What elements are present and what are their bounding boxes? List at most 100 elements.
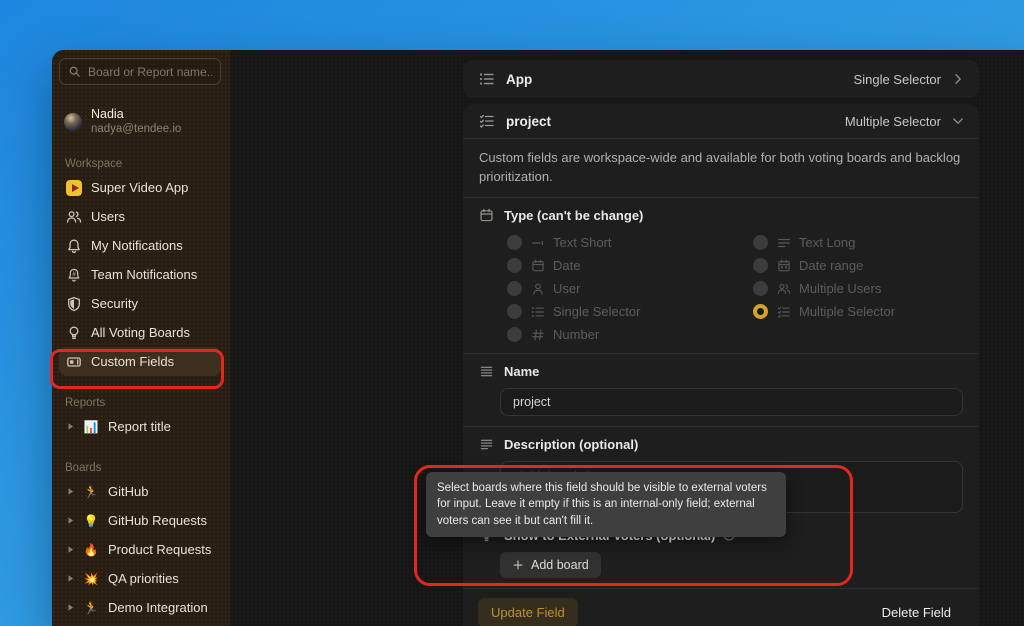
sidebar-item-demo-integration[interactable]: 🏃 Demo Integration <box>59 593 221 622</box>
radio-selected <box>753 304 768 319</box>
type-option-date-range: Date range <box>753 258 963 274</box>
type-option-single-selector: Single Selector <box>507 304 753 320</box>
type-section-label: Type (can't be change) <box>504 208 643 223</box>
type-section: Type (can't be change) Text Short Text L… <box>463 198 979 353</box>
sidebar-item-custom-fields[interactable]: Custom Fields <box>59 347 221 376</box>
sidebar-item-label: Users <box>91 209 125 224</box>
user-icon <box>531 282 545 296</box>
sidebar-item-security[interactable]: Security <box>59 289 221 318</box>
board-emoji-icon: 🏃 <box>83 601 99 615</box>
sidebar-item-label: GitHub <box>108 484 148 499</box>
sidebar-item-product-requests[interactable]: 🔥 Product Requests <box>59 535 221 564</box>
section-label-workspace: Workspace <box>65 158 221 170</box>
search-icon <box>68 65 81 78</box>
radio-unselected <box>753 258 768 273</box>
user-profile[interactable]: Nadia nadya@tendee.io <box>64 106 221 137</box>
field-title: App <box>506 72 854 87</box>
shield-icon <box>66 296 82 312</box>
sidebar-item-report-title[interactable]: 📊 Report title <box>59 412 221 441</box>
custom-field-icon <box>66 354 82 370</box>
board-emoji-icon: 💥 <box>83 572 99 586</box>
field-type-selector[interactable]: Multiple Selector <box>845 114 965 129</box>
board-emoji-icon: 🏃 <box>83 485 99 499</box>
type-option-label: Multiple Users <box>799 281 881 296</box>
sidebar-item-github[interactable]: 🏃 GitHub <box>59 477 221 506</box>
caret-right-icon[interactable] <box>66 545 75 554</box>
type-options-grid: Text Short Text Long Date <box>507 235 963 343</box>
users-icon <box>66 209 82 225</box>
radio-unselected <box>753 281 768 296</box>
sidebar-item-super-video-app[interactable]: Super Video App <box>59 173 221 202</box>
main-panel: App Single Selector project Multiple Sel… <box>230 50 1024 626</box>
card-intro-text: Custom fields are workspace-wide and ava… <box>463 139 979 197</box>
sidebar-item-qa-priorities[interactable]: 💥 QA priorities <box>59 564 221 593</box>
type-option-label: Text Short <box>553 235 612 250</box>
type-option-user: User <box>507 281 753 297</box>
sidebar-item-users[interactable]: Users <box>59 202 221 231</box>
name-section-label: Name <box>504 364 539 379</box>
add-board-label: Add board <box>531 558 589 572</box>
type-option-label: Single Selector <box>553 304 640 319</box>
section-label-boards: Boards <box>65 462 221 474</box>
caret-right-icon[interactable] <box>66 487 75 496</box>
update-field-button[interactable]: Update Field <box>478 598 578 626</box>
caret-right-icon[interactable] <box>66 574 75 583</box>
search-input[interactable] <box>88 65 212 79</box>
report-chart-icon: 📊 <box>83 420 99 434</box>
type-option-label: Date <box>553 258 580 273</box>
sidebar-item-label: My Notifications <box>91 238 183 253</box>
sidebar-item-my-notifications[interactable]: My Notifications <box>59 231 221 260</box>
type-option-label: Date range <box>799 258 863 273</box>
type-option-label: Text Long <box>799 235 855 250</box>
sidebar-item-team-notifications[interactable]: # Team Notifications <box>59 260 221 289</box>
type-option-label: Number <box>553 327 599 342</box>
user-name: Nadia <box>91 106 181 122</box>
sidebar-item-github-requests[interactable]: 💡 GitHub Requests <box>59 506 221 535</box>
radio-unselected <box>507 258 522 273</box>
field-type-selector[interactable]: Single Selector <box>854 72 965 87</box>
radio-unselected <box>507 281 522 296</box>
field-card-header[interactable]: project Multiple Selector <box>463 104 979 138</box>
bell-badge-icon: # <box>66 267 82 283</box>
chevron-down-icon <box>951 114 965 128</box>
add-board-button[interactable]: Add board <box>500 552 601 578</box>
sidebar: Nadia nadya@tendee.io Workspace Super Vi… <box>52 50 230 626</box>
caret-right-icon[interactable] <box>66 516 75 525</box>
plus-icon <box>512 559 524 571</box>
name-input[interactable] <box>500 388 963 416</box>
type-option-text-short: Text Short <box>507 235 753 251</box>
user-email: nadya@tendee.io <box>91 122 181 137</box>
play-icon <box>66 180 82 196</box>
sidebar-item-label: Team Notifications <box>91 267 197 282</box>
sidebar-item-label: All Voting Boards <box>91 325 190 340</box>
caret-right-icon[interactable] <box>66 603 75 612</box>
field-type-label: Multiple Selector <box>845 114 941 129</box>
sidebar-item-label: Custom Fields <box>91 354 174 369</box>
description-lines-icon <box>479 437 494 452</box>
grip-lines-icon <box>479 364 494 379</box>
sidebar-item-label: Product Requests <box>108 542 211 557</box>
single-selector-icon <box>531 305 545 319</box>
search-box[interactable] <box>59 58 221 85</box>
number-icon <box>531 328 545 342</box>
sidebar-item-label: Report title <box>108 419 171 434</box>
external-voters-tooltip: Select boards where this field should be… <box>426 472 786 537</box>
list-icon <box>479 71 495 87</box>
bell-icon <box>66 238 82 254</box>
field-title: project <box>506 114 845 129</box>
sidebar-item-label: Super Video App <box>91 180 188 195</box>
sidebar-item-label: Demo Integration <box>108 600 208 615</box>
caret-right-icon[interactable] <box>66 422 75 431</box>
radio-unselected <box>507 327 522 342</box>
type-option-label: Multiple Selector <box>799 304 895 319</box>
name-section: Name <box>463 354 979 426</box>
date-icon <box>531 259 545 273</box>
field-card-project: project Multiple Selector Custom fields … <box>463 104 979 626</box>
date-range-icon <box>777 259 791 273</box>
text-short-icon <box>531 236 545 250</box>
avatar <box>64 113 82 131</box>
field-row-app[interactable]: App Single Selector <box>463 60 979 98</box>
sidebar-item-all-voting-boards[interactable]: All Voting Boards <box>59 318 221 347</box>
delete-field-button[interactable]: Delete Field <box>876 604 957 621</box>
type-option-text-long: Text Long <box>753 235 963 251</box>
